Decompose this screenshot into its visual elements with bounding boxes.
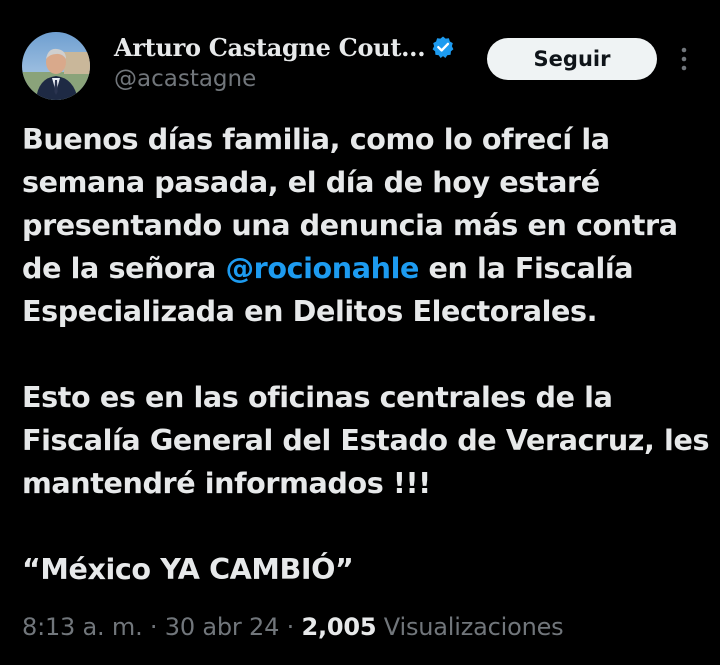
follow-button[interactable]: Seguir	[487, 38, 657, 80]
tweet-paragraph-1: Buenos días familia, como lo ofrecí la s…	[22, 118, 712, 333]
meta-separator: ·	[279, 613, 302, 641]
views-count: 2,005	[301, 613, 377, 641]
tweet-header: Arturo Castagne Cout... @acastagne Segui…	[22, 30, 702, 102]
tweet-paragraph-2: Esto es en las oficinas centrales de la …	[22, 380, 710, 500]
verified-badge-icon	[431, 35, 455, 59]
author-names: Arturo Castagne Cout... @acastagne	[114, 30, 474, 92]
tweet: Arturo Castagne Cout... @acastagne Segui…	[0, 0, 720, 665]
tweet-meta: 8:13 a. m. · 30 abr 24 · 2,005 Visualiza…	[22, 613, 564, 641]
avatar[interactable]	[22, 32, 90, 100]
tweet-text: Buenos días familia, como lo ofrecí la s…	[22, 118, 712, 591]
meta-separator: ·	[142, 613, 165, 641]
display-name[interactable]: Arturo Castagne Cout...	[114, 33, 426, 62]
tweet-time[interactable]: 8:13 a. m.	[22, 613, 143, 641]
author-handle[interactable]: @acastagne	[114, 66, 474, 92]
display-name-row: Arturo Castagne Cout...	[114, 30, 474, 64]
views-label: Visualizaciones	[376, 613, 564, 641]
mention-link[interactable]: @rocionahle	[225, 251, 419, 285]
more-options-icon[interactable]	[674, 44, 694, 74]
tweet-paragraph-3: “México YA CAMBIÓ”	[22, 552, 354, 586]
tweet-date[interactable]: 30 abr 24	[165, 613, 280, 641]
